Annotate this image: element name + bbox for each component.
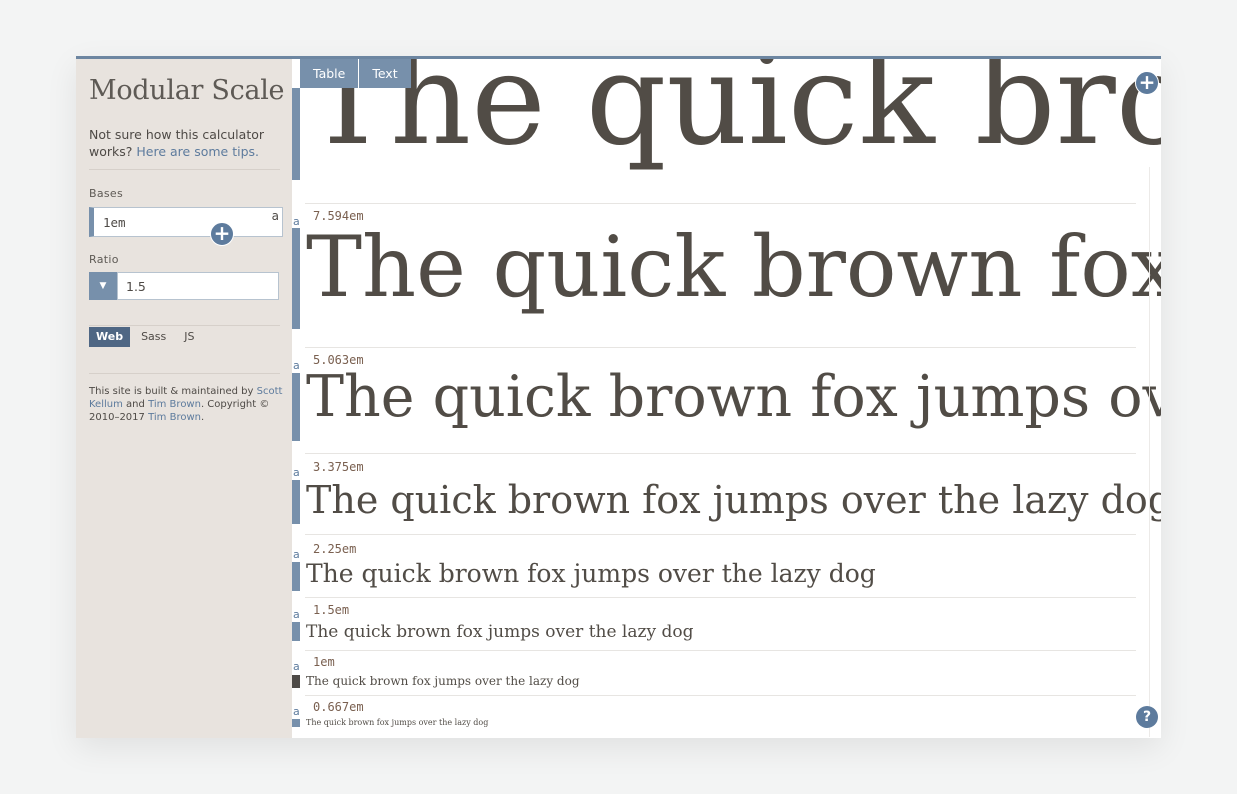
size-label: 3.375em [313, 460, 364, 474]
size-bar [292, 480, 300, 524]
divider [89, 325, 280, 326]
size-bar [292, 562, 300, 591]
code-tabs: Web Sass JS [89, 327, 206, 347]
scale-row[interactable]: a 5.063em The quick brown fox jumps over… [292, 348, 1161, 454]
app-title: Modular Scale [89, 75, 285, 106]
row-marker: a [293, 215, 300, 228]
scale-row[interactable]: a 1.5em The quick brown fox jumps over t… [292, 598, 1161, 651]
tab-text[interactable]: Text [359, 59, 411, 88]
scale-row[interactable]: a 0.667em The quick brown fox jumps over… [292, 696, 1161, 738]
tab-table[interactable]: Table [300, 59, 359, 88]
author-link-tim-brown[interactable]: Tim Brown [148, 399, 201, 410]
ratio-dropdown-button[interactable]: ▼ [89, 272, 117, 300]
help-button[interactable]: ? [1136, 706, 1158, 728]
size-label: 0.667em [313, 700, 364, 714]
row-marker: a [293, 548, 300, 561]
size-label: 1em [313, 655, 335, 669]
view-tabs: Table Text [300, 59, 412, 88]
size-bar [292, 719, 300, 727]
ratio-input[interactable]: 1.5 [117, 272, 279, 300]
row-marker: a [293, 466, 300, 479]
tips-link[interactable]: Here are some tips. [136, 144, 259, 159]
sample-text: The quick brown fox jumps over the lazy … [306, 718, 489, 727]
copyright-link-tim-brown[interactable]: Tim Brown [148, 412, 201, 423]
divider [89, 169, 280, 170]
ratio-value: 1.5 [126, 279, 146, 294]
size-bar [292, 88, 300, 180]
bases-input[interactable]: 1em a [89, 207, 283, 237]
credits-prefix: This site is built & maintained by [89, 386, 254, 397]
plus-circle-icon: + [1138, 70, 1156, 94]
add-step-button[interactable]: + [1135, 71, 1159, 95]
divider [89, 373, 280, 374]
row-marker: a [293, 705, 300, 718]
sample-text: The quick brown fox jumps over the lazy … [306, 218, 1161, 316]
scale-row[interactable]: a 2.25em The quick brown fox jumps over … [292, 535, 1161, 598]
bases-marker: a [271, 209, 279, 223]
sample-text: The quick brown fox jumps over the lazy … [306, 674, 580, 688]
size-label: 1.5em [313, 603, 350, 617]
size-bar [292, 622, 300, 641]
sample-text: The quick brown fox jumps over the lazy … [306, 59, 1161, 173]
size-bar [292, 228, 300, 329]
row-marker: a [293, 359, 300, 372]
scale-row[interactable]: a 3.375em The quick brown fox jumps over… [292, 454, 1161, 535]
tab-web[interactable]: Web [89, 327, 131, 347]
size-bar [292, 373, 300, 441]
tab-sass[interactable]: Sass [134, 327, 173, 347]
chevron-down-icon: ▼ [99, 281, 107, 291]
row-marker: a [293, 660, 300, 673]
scale-preview: Table Text + The quick brown fox jumps o… [292, 59, 1161, 738]
size-label: 2.25em [313, 542, 357, 556]
size-bar [292, 675, 300, 688]
question-mark-icon: ? [1142, 709, 1152, 725]
credits-suffix: . [200, 412, 205, 423]
sidebar: Modular Scale Not sure how this calculat… [76, 59, 292, 738]
app-window: Modular Scale Not sure how this calculat… [76, 56, 1161, 738]
sample-text: The quick brown fox jumps over the lazy … [306, 559, 876, 588]
intro-text: Not sure how this calculator works? Here… [89, 126, 284, 160]
scale-row-base[interactable]: a 1em The quick brown fox jumps over the… [292, 651, 1161, 696]
row-marker: a [293, 608, 300, 621]
sample-text: The quick brown fox jumps over the lazy … [306, 478, 1161, 522]
credits-and: and [126, 399, 145, 410]
scale-row[interactable]: The quick brown fox jumps over the lazy … [292, 59, 1161, 204]
ratio-select: ▼ 1.5 [89, 272, 279, 300]
bases-value: 1em [103, 215, 126, 230]
scale-row[interactable]: a 7.594em The quick brown fox jumps over… [292, 204, 1161, 348]
tab-js[interactable]: JS [177, 327, 201, 347]
plus-circle-icon: + [213, 221, 231, 245]
credits: This site is built & maintained by Scott… [89, 385, 284, 424]
ratio-label: Ratio [89, 253, 119, 266]
sample-text: The quick brown fox jumps over the lazy … [306, 364, 1161, 430]
bases-label: Bases [89, 187, 124, 200]
add-base-button[interactable]: + [210, 222, 234, 246]
sample-text: The quick brown fox jumps over the lazy … [306, 622, 694, 642]
